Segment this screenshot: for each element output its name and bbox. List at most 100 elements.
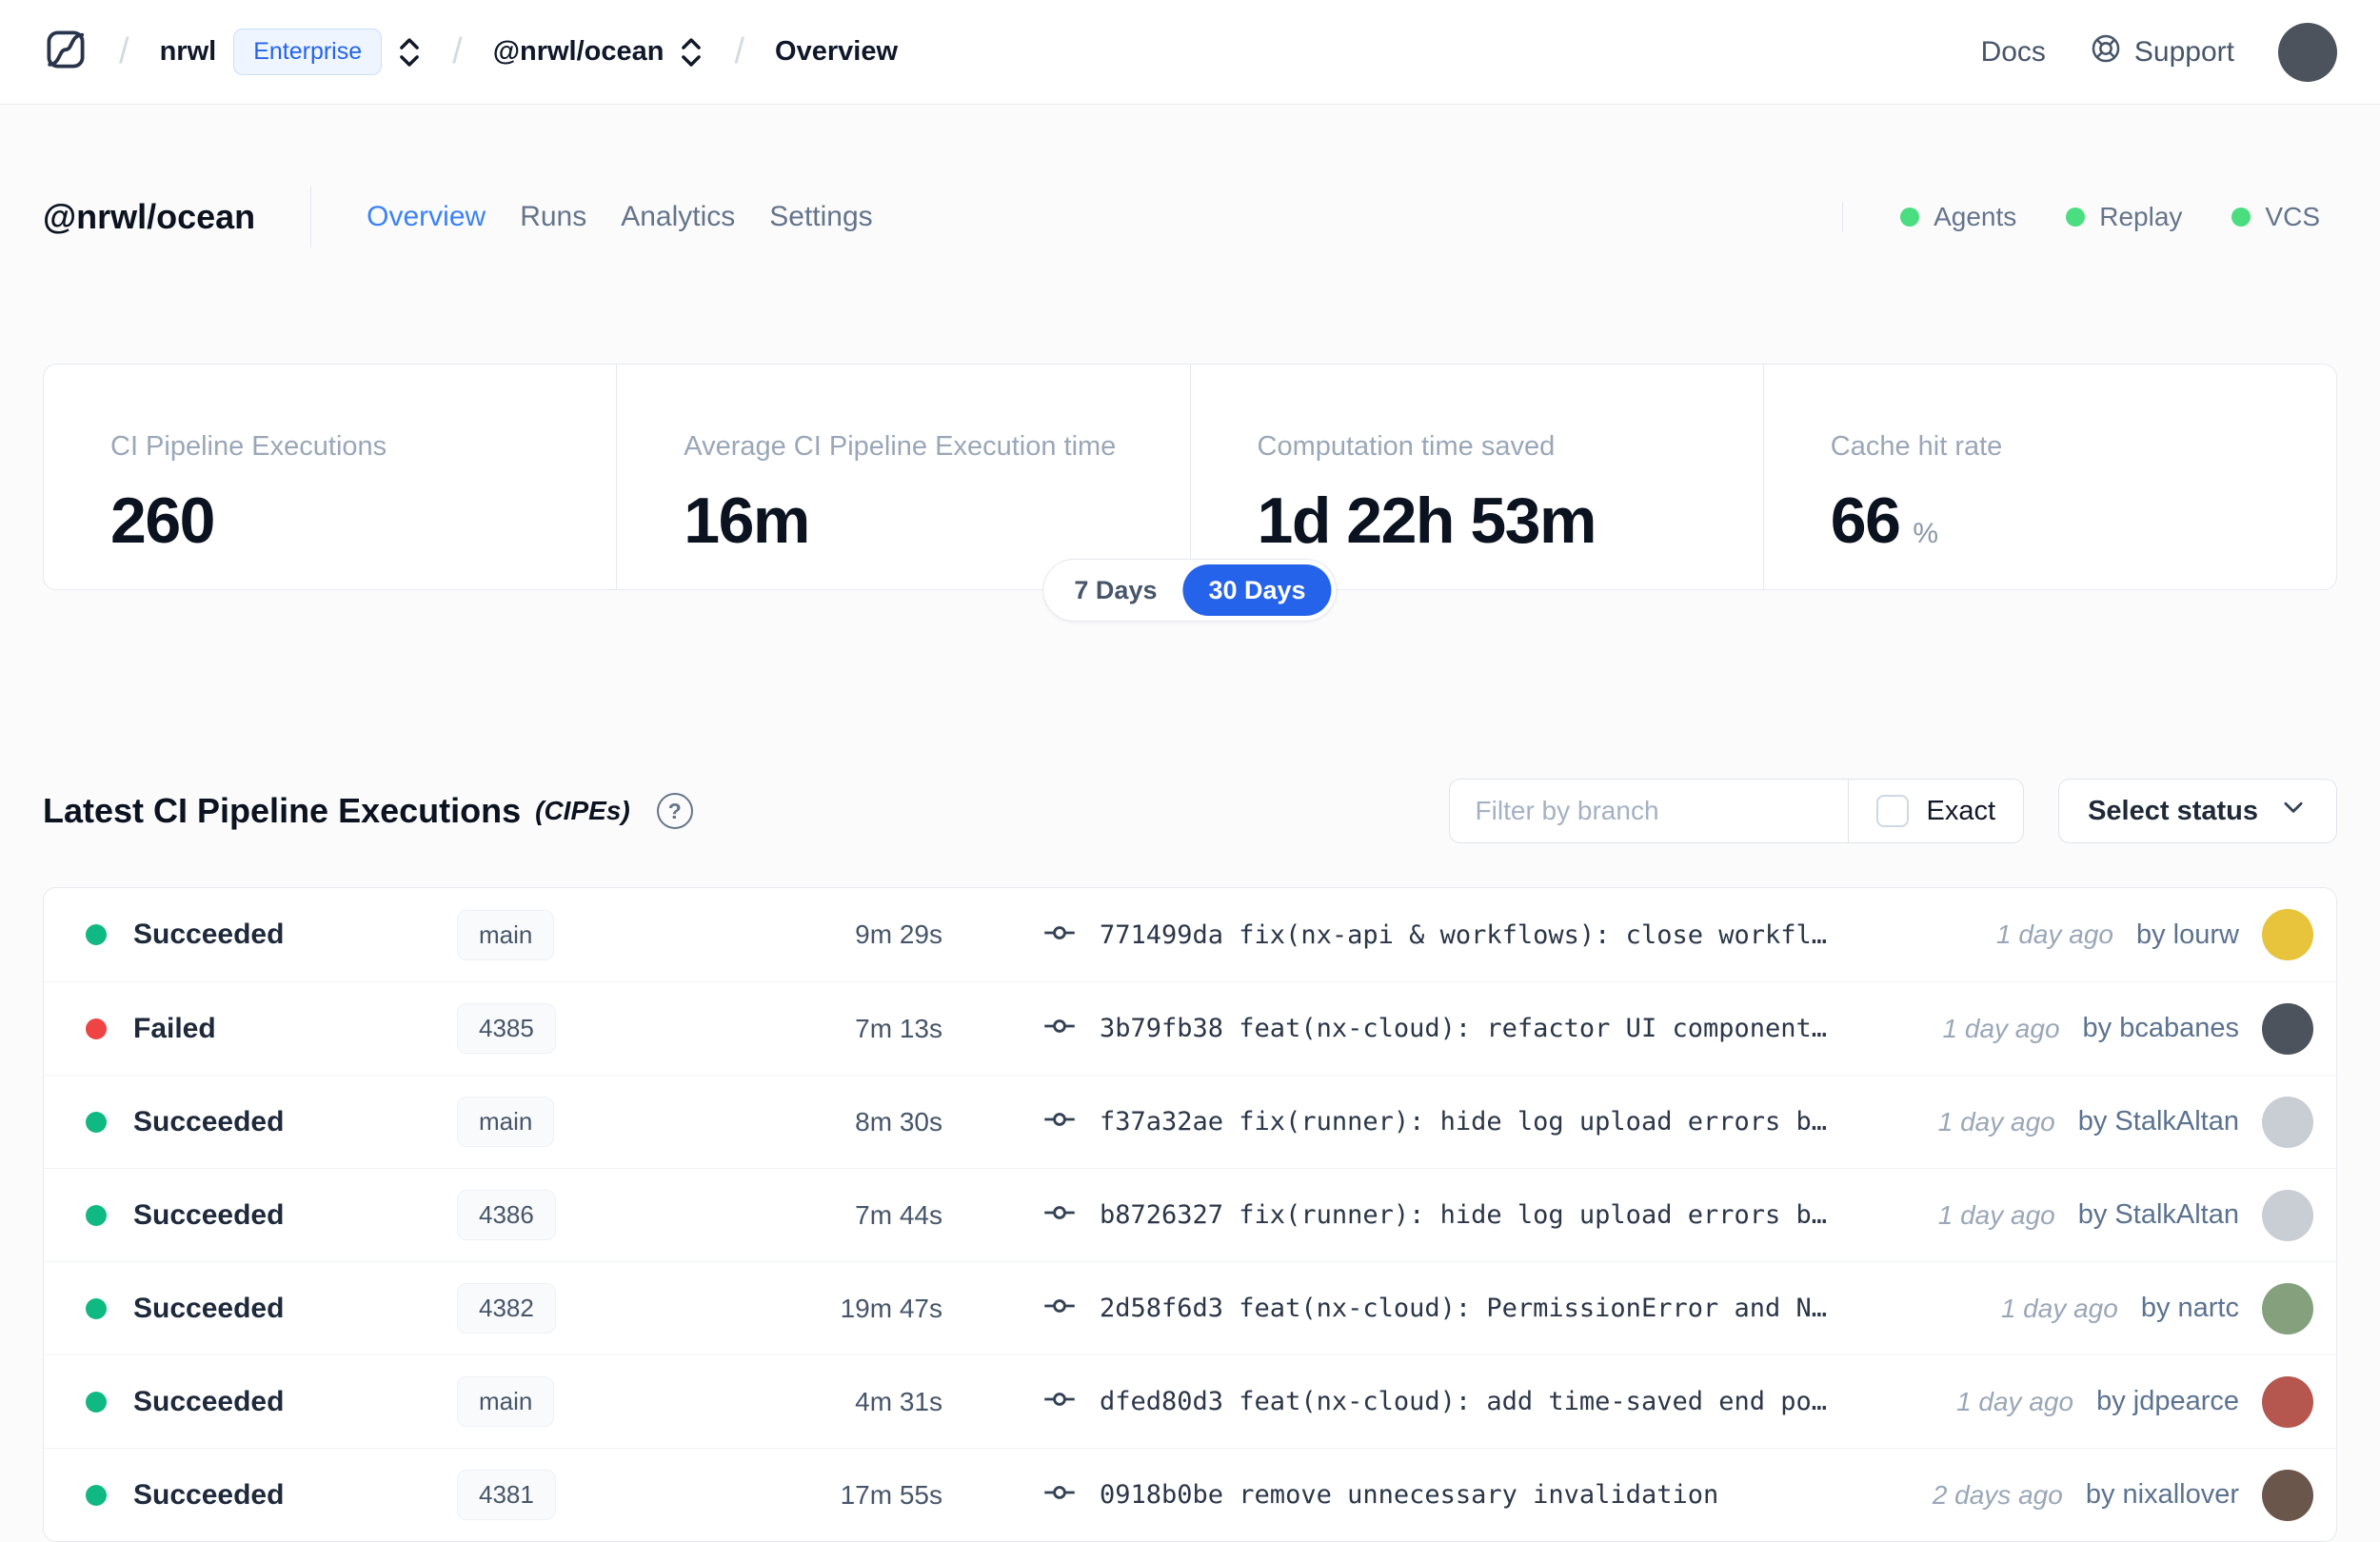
git-commit-icon [1042, 1382, 1077, 1421]
author-avatar [2262, 1189, 2313, 1241]
table-row[interactable]: Succeeded main 9m 29s 771499da fix(nx-ap… [44, 888, 2336, 981]
branch-badge: 4382 [457, 1283, 556, 1334]
exact-label: Exact [1926, 795, 1996, 826]
status-label: Succeeded [133, 1385, 285, 1417]
cipes-title-suffix: (CIPEs) [535, 796, 630, 825]
feature-label: VCS [2265, 202, 2320, 231]
range-option-30-days[interactable]: 30 Days [1182, 564, 1332, 616]
duration: 4m 31s [855, 1386, 942, 1416]
commit-message: 3b79fb38 feat(nx-cloud): refactor UI com… [1100, 1014, 1828, 1043]
branch-badge: 4385 [457, 1003, 556, 1054]
feature-status-list: Agents Replay VCS [1842, 202, 2320, 232]
support-label: Support [2133, 35, 2234, 68]
status-dot-icon [86, 924, 107, 945]
docs-link[interactable]: Docs [1981, 36, 2046, 69]
commit-message: 771499da fix(nx-api & workflows): close … [1100, 919, 1828, 950]
stat-label: CI Pipeline Executions [110, 431, 387, 462]
status-dot-icon [2231, 208, 2251, 227]
status-label: Succeeded [133, 1292, 285, 1324]
support-link[interactable]: Support [2090, 32, 2234, 72]
cipes-section: Latest CI Pipeline Executions (CIPEs) ? … [43, 779, 2337, 1542]
feature-label: Agents [1934, 202, 2017, 231]
table-row[interactable]: Succeeded 4386 7m 44s b8726327 fix(runne… [44, 1168, 2336, 1261]
feature-replay[interactable]: Replay [2066, 202, 2182, 232]
breadcrumb-page: Overview [775, 36, 899, 67]
git-commit-icon [1042, 916, 1077, 955]
table-row[interactable]: Failed 4385 7m 13s 3b79fb38 feat(nx-clou… [44, 981, 2336, 1075]
lifebuoy-icon [2090, 32, 2122, 72]
status-label: Succeeded [133, 1105, 285, 1137]
stat-card-computation-time-saved: Computation time saved 1d 22h 53m [1189, 365, 1763, 589]
tab-analytics[interactable]: Analytics [621, 201, 735, 233]
status-select-label: Select status [2088, 795, 2258, 826]
top-nav: / nrwl Enterprise / @nrwl/ocean / Overvi… [0, 0, 2380, 105]
author-avatar [2262, 909, 2313, 960]
enterprise-badge: Enterprise [233, 29, 383, 75]
breadcrumb-org[interactable]: nrwl [160, 36, 217, 68]
status-label: Succeeded [133, 1198, 285, 1231]
stat-value: 66 [1830, 484, 1901, 557]
git-commit-icon [1042, 1102, 1077, 1141]
time-ago: 1 day ago [1996, 919, 2113, 949]
status-label: Succeeded [133, 919, 285, 950]
stat-card-average-execution-time: Average CI Pipeline Execution time 16m [616, 365, 1189, 589]
tab-settings[interactable]: Settings [769, 201, 872, 233]
org-switcher-chevron-icon[interactable] [397, 35, 422, 69]
workspace-tabs: Overview Runs Analytics Settings [367, 201, 873, 233]
status-label: Failed [133, 1012, 216, 1044]
breadcrumb-workspace[interactable]: @nrwl/ocean [493, 36, 664, 68]
status-dot-icon [1900, 208, 1920, 227]
time-ago: 1 day ago [1942, 1013, 2060, 1043]
cipes-title: Latest CI Pipeline Executions [43, 791, 522, 830]
branch-filter-input[interactable] [1449, 780, 1848, 842]
user-avatar[interactable] [2278, 22, 2337, 82]
table-row[interactable]: Succeeded 4382 19m 47s 2d58f6d3 feat(nx-… [44, 1261, 2336, 1354]
author: by StalkAltan [2077, 1199, 2239, 1230]
author: by nixallover [2085, 1479, 2239, 1510]
range-option-7-days[interactable]: 7 Days [1048, 564, 1182, 616]
branch-badge: main [457, 1376, 555, 1427]
commit-message: f37a32ae fix(runner): hide log upload er… [1100, 1107, 1828, 1137]
help-icon[interactable]: ? [656, 793, 693, 829]
author-avatar [2262, 1469, 2313, 1521]
author-avatar [2262, 1282, 2313, 1334]
commit-message: 0918b0be remove unnecessary invalidation [1100, 1480, 1719, 1510]
stat-value: 16m [684, 484, 810, 557]
divider [310, 187, 312, 247]
stats-section: CI Pipeline Executions 260 Average CI Pi… [43, 364, 2337, 622]
branch-badge: 4386 [457, 1190, 556, 1240]
workspace-switcher-chevron-icon[interactable] [679, 35, 704, 69]
date-range-toggle: 7 Days 30 Days [1042, 559, 1338, 622]
table-row[interactable]: Succeeded 4381 17m 55s 0918b0be remove u… [44, 1448, 2336, 1541]
status-dot-icon [86, 1297, 107, 1319]
author: by nartc [2140, 1293, 2239, 1323]
duration: 8m 30s [855, 1106, 942, 1137]
time-ago: 1 day ago [1956, 1386, 2074, 1416]
duration: 7m 44s [855, 1199, 942, 1230]
tab-overview[interactable]: Overview [367, 201, 486, 233]
commit-message: dfed80d3 feat(nx-cloud): add time-saved … [1100, 1387, 1828, 1416]
duration: 7m 13s [855, 1013, 942, 1043]
author-avatar [2262, 1002, 2313, 1055]
page-title: @nrwl/ocean [43, 197, 256, 236]
exact-checkbox[interactable] [1875, 795, 1909, 827]
breadcrumb-separator: / [452, 31, 463, 71]
stat-card-cache-hit-rate: Cache hit rate 66 % [1762, 365, 2336, 589]
feature-vcs[interactable]: VCS [2231, 202, 2320, 232]
duration: 19m 47s [840, 1293, 942, 1323]
status-dot-icon [86, 1018, 107, 1039]
status-dot-icon [86, 1484, 107, 1506]
duration: 17m 55s [840, 1479, 942, 1510]
stat-value-suffix: % [1913, 518, 1939, 549]
breadcrumb-separator: / [734, 31, 745, 71]
nx-cloud-logo[interactable] [43, 27, 89, 77]
git-commit-icon [1042, 1475, 1077, 1514]
git-commit-icon [1042, 1289, 1077, 1328]
feature-agents[interactable]: Agents [1900, 202, 2016, 232]
tab-runs[interactable]: Runs [520, 201, 586, 233]
table-row[interactable]: Succeeded main 8m 30s f37a32ae fix(runne… [44, 1075, 2336, 1168]
table-row[interactable]: Succeeded main 4m 31s dfed80d3 feat(nx-c… [44, 1354, 2336, 1448]
time-ago: 1 day ago [1937, 1199, 2055, 1230]
stat-label: Average CI Pipeline Execution time [684, 431, 1117, 462]
status-select-button[interactable]: Select status [2058, 779, 2337, 843]
